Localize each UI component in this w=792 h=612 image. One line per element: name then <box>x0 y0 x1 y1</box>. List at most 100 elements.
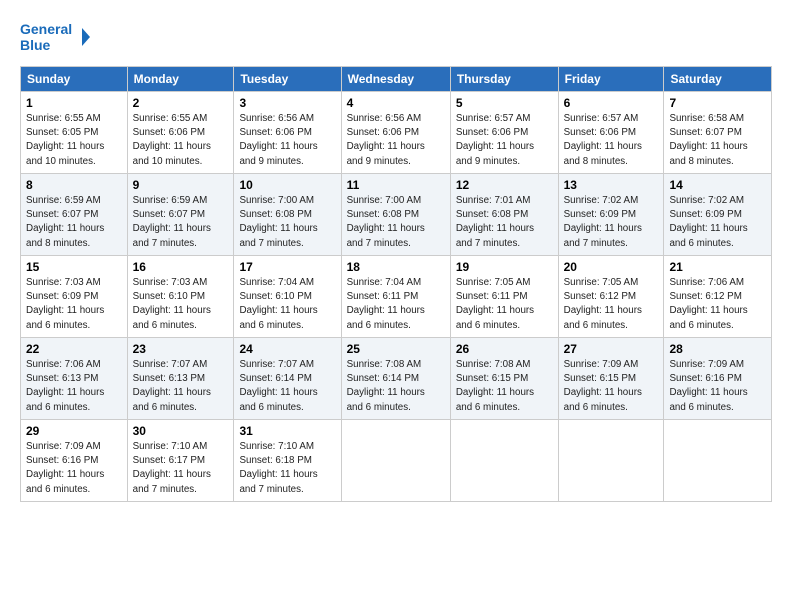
day-number: 5 <box>456 96 553 110</box>
page: General Blue SundayMondayTuesdayWednesda… <box>0 0 792 512</box>
calendar-cell: 10 Sunrise: 7:00 AMSunset: 6:08 PMDaylig… <box>234 174 341 256</box>
logo: General Blue <box>20 18 90 56</box>
day-info: Sunrise: 7:01 AMSunset: 6:08 PMDaylight:… <box>456 195 534 249</box>
day-number: 11 <box>347 178 445 192</box>
calendar-week-3: 15 Sunrise: 7:03 AMSunset: 6:09 PMDaylig… <box>21 256 772 338</box>
calendar-cell: 24 Sunrise: 7:07 AMSunset: 6:14 PMDaylig… <box>234 338 341 420</box>
day-number: 27 <box>564 342 659 356</box>
calendar-cell: 11 Sunrise: 7:00 AMSunset: 6:08 PMDaylig… <box>341 174 450 256</box>
calendar-cell: 31 Sunrise: 7:10 AMSunset: 6:18 PMDaylig… <box>234 420 341 502</box>
day-header-wednesday: Wednesday <box>341 67 450 92</box>
day-number: 26 <box>456 342 553 356</box>
svg-text:General: General <box>20 21 72 37</box>
day-info: Sunrise: 7:05 AMSunset: 6:12 PMDaylight:… <box>564 277 642 331</box>
day-number: 29 <box>26 424 122 438</box>
day-header-thursday: Thursday <box>450 67 558 92</box>
day-info: Sunrise: 6:55 AMSunset: 6:06 PMDaylight:… <box>133 113 211 167</box>
day-number: 10 <box>239 178 335 192</box>
calendar-cell <box>664 420 772 502</box>
calendar-cell: 21 Sunrise: 7:06 AMSunset: 6:12 PMDaylig… <box>664 256 772 338</box>
calendar-cell: 28 Sunrise: 7:09 AMSunset: 6:16 PMDaylig… <box>664 338 772 420</box>
day-number: 23 <box>133 342 229 356</box>
day-number: 3 <box>239 96 335 110</box>
day-number: 15 <box>26 260 122 274</box>
day-info: Sunrise: 7:03 AMSunset: 6:09 PMDaylight:… <box>26 277 104 331</box>
calendar-cell <box>450 420 558 502</box>
day-number: 4 <box>347 96 445 110</box>
day-info: Sunrise: 7:02 AMSunset: 6:09 PMDaylight:… <box>669 195 747 249</box>
day-info: Sunrise: 7:06 AMSunset: 6:12 PMDaylight:… <box>669 277 747 331</box>
day-number: 19 <box>456 260 553 274</box>
day-number: 14 <box>669 178 766 192</box>
day-header-monday: Monday <box>127 67 234 92</box>
day-number: 2 <box>133 96 229 110</box>
day-info: Sunrise: 7:07 AMSunset: 6:13 PMDaylight:… <box>133 359 211 413</box>
day-info: Sunrise: 7:08 AMSunset: 6:15 PMDaylight:… <box>456 359 534 413</box>
day-number: 1 <box>26 96 122 110</box>
calendar-cell: 29 Sunrise: 7:09 AMSunset: 6:16 PMDaylig… <box>21 420 128 502</box>
day-number: 13 <box>564 178 659 192</box>
day-info: Sunrise: 7:02 AMSunset: 6:09 PMDaylight:… <box>564 195 642 249</box>
day-info: Sunrise: 7:00 AMSunset: 6:08 PMDaylight:… <box>347 195 425 249</box>
calendar-week-4: 22 Sunrise: 7:06 AMSunset: 6:13 PMDaylig… <box>21 338 772 420</box>
calendar-cell: 19 Sunrise: 7:05 AMSunset: 6:11 PMDaylig… <box>450 256 558 338</box>
day-number: 7 <box>669 96 766 110</box>
day-info: Sunrise: 7:10 AMSunset: 6:18 PMDaylight:… <box>239 441 317 495</box>
calendar-cell: 2 Sunrise: 6:55 AMSunset: 6:06 PMDayligh… <box>127 92 234 174</box>
day-info: Sunrise: 7:09 AMSunset: 6:16 PMDaylight:… <box>669 359 747 413</box>
day-info: Sunrise: 7:05 AMSunset: 6:11 PMDaylight:… <box>456 277 534 331</box>
day-info: Sunrise: 6:55 AMSunset: 6:05 PMDaylight:… <box>26 113 104 167</box>
day-number: 31 <box>239 424 335 438</box>
day-info: Sunrise: 6:56 AMSunset: 6:06 PMDaylight:… <box>239 113 317 167</box>
day-info: Sunrise: 6:58 AMSunset: 6:07 PMDaylight:… <box>669 113 747 167</box>
day-number: 30 <box>133 424 229 438</box>
day-header-saturday: Saturday <box>664 67 772 92</box>
day-number: 24 <box>239 342 335 356</box>
day-header-tuesday: Tuesday <box>234 67 341 92</box>
day-number: 17 <box>239 260 335 274</box>
calendar-cell: 18 Sunrise: 7:04 AMSunset: 6:11 PMDaylig… <box>341 256 450 338</box>
calendar-cell: 14 Sunrise: 7:02 AMSunset: 6:09 PMDaylig… <box>664 174 772 256</box>
day-info: Sunrise: 7:04 AMSunset: 6:10 PMDaylight:… <box>239 277 317 331</box>
header: General Blue <box>20 18 772 56</box>
day-info: Sunrise: 7:03 AMSunset: 6:10 PMDaylight:… <box>133 277 211 331</box>
day-number: 16 <box>133 260 229 274</box>
calendar-cell: 3 Sunrise: 6:56 AMSunset: 6:06 PMDayligh… <box>234 92 341 174</box>
day-number: 8 <box>26 178 122 192</box>
calendar-cell: 20 Sunrise: 7:05 AMSunset: 6:12 PMDaylig… <box>558 256 664 338</box>
calendar-table: SundayMondayTuesdayWednesdayThursdayFrid… <box>20 66 772 502</box>
calendar-cell: 26 Sunrise: 7:08 AMSunset: 6:15 PMDaylig… <box>450 338 558 420</box>
day-number: 28 <box>669 342 766 356</box>
day-info: Sunrise: 7:00 AMSunset: 6:08 PMDaylight:… <box>239 195 317 249</box>
day-number: 20 <box>564 260 659 274</box>
calendar-cell <box>558 420 664 502</box>
day-info: Sunrise: 7:10 AMSunset: 6:17 PMDaylight:… <box>133 441 211 495</box>
day-info: Sunrise: 6:59 AMSunset: 6:07 PMDaylight:… <box>26 195 104 249</box>
day-info: Sunrise: 7:06 AMSunset: 6:13 PMDaylight:… <box>26 359 104 413</box>
calendar-week-2: 8 Sunrise: 6:59 AMSunset: 6:07 PMDayligh… <box>21 174 772 256</box>
day-info: Sunrise: 6:57 AMSunset: 6:06 PMDaylight:… <box>564 113 642 167</box>
day-info: Sunrise: 7:09 AMSunset: 6:15 PMDaylight:… <box>564 359 642 413</box>
calendar-cell: 16 Sunrise: 7:03 AMSunset: 6:10 PMDaylig… <box>127 256 234 338</box>
calendar-week-1: 1 Sunrise: 6:55 AMSunset: 6:05 PMDayligh… <box>21 92 772 174</box>
calendar-cell: 15 Sunrise: 7:03 AMSunset: 6:09 PMDaylig… <box>21 256 128 338</box>
day-header-sunday: Sunday <box>21 67 128 92</box>
calendar-cell: 9 Sunrise: 6:59 AMSunset: 6:07 PMDayligh… <box>127 174 234 256</box>
calendar-header-row: SundayMondayTuesdayWednesdayThursdayFrid… <box>21 67 772 92</box>
calendar-cell: 6 Sunrise: 6:57 AMSunset: 6:06 PMDayligh… <box>558 92 664 174</box>
calendar-cell: 1 Sunrise: 6:55 AMSunset: 6:05 PMDayligh… <box>21 92 128 174</box>
svg-text:Blue: Blue <box>20 37 51 53</box>
day-info: Sunrise: 7:07 AMSunset: 6:14 PMDaylight:… <box>239 359 317 413</box>
day-info: Sunrise: 6:57 AMSunset: 6:06 PMDaylight:… <box>456 113 534 167</box>
day-number: 21 <box>669 260 766 274</box>
day-number: 6 <box>564 96 659 110</box>
day-number: 22 <box>26 342 122 356</box>
calendar-cell: 23 Sunrise: 7:07 AMSunset: 6:13 PMDaylig… <box>127 338 234 420</box>
calendar-cell <box>341 420 450 502</box>
calendar-cell: 17 Sunrise: 7:04 AMSunset: 6:10 PMDaylig… <box>234 256 341 338</box>
calendar-cell: 12 Sunrise: 7:01 AMSunset: 6:08 PMDaylig… <box>450 174 558 256</box>
day-number: 18 <box>347 260 445 274</box>
day-number: 9 <box>133 178 229 192</box>
calendar-week-5: 29 Sunrise: 7:09 AMSunset: 6:16 PMDaylig… <box>21 420 772 502</box>
day-info: Sunrise: 7:04 AMSunset: 6:11 PMDaylight:… <box>347 277 425 331</box>
